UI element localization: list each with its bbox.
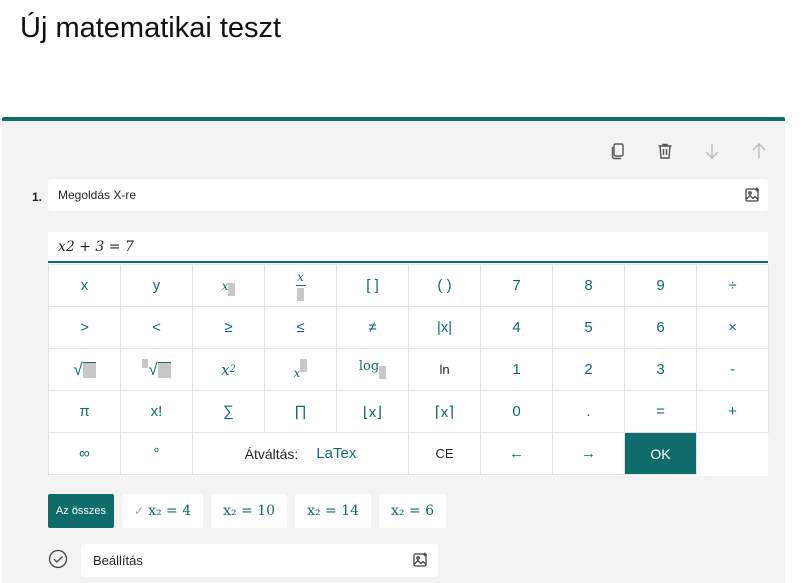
key-not-equal[interactable]: ≠	[337, 307, 409, 349]
key-floor[interactable]: ⌊x⌋	[337, 391, 409, 433]
key-0[interactable]: 0	[481, 391, 553, 433]
key-fraction[interactable]: x	[265, 265, 337, 307]
math-keypad: x y x x [ ] ( ) 7 8 9 ÷ > < ≥ ≤ ≠ |x| 4 …	[48, 264, 769, 476]
insert-image-icon[interactable]	[744, 186, 762, 204]
key-2[interactable]: 2	[553, 349, 625, 391]
key-less[interactable]: <	[121, 307, 193, 349]
key-ceil[interactable]: ⌈x⌉	[409, 391, 481, 433]
key-less-equal[interactable]: ≤	[265, 307, 337, 349]
answer-option[interactable]: ✓ x₂ = 4	[122, 494, 204, 528]
key-9[interactable]: 9	[625, 265, 697, 307]
key-square[interactable]: x2	[193, 349, 265, 391]
check-icon: ✓	[134, 504, 145, 518]
sqrt-symbol: √	[73, 359, 83, 379]
key-6[interactable]: 6	[625, 307, 697, 349]
log-label: log	[358, 359, 380, 374]
key-ln[interactable]: ln	[409, 349, 481, 391]
question-title-text: Megoldás X-re	[58, 188, 137, 202]
key-power[interactable]: x	[265, 349, 337, 391]
arrow-up-icon[interactable]	[747, 139, 771, 163]
key-infinity[interactable]: ∞	[49, 433, 121, 475]
answer-option[interactable]: x₂ = 14	[295, 494, 372, 528]
key-3[interactable]: 3	[625, 349, 697, 391]
answer-text: x₂ = 14	[307, 503, 360, 519]
key-right-arrow[interactable]: →	[553, 433, 625, 475]
key-greater[interactable]: >	[49, 307, 121, 349]
key-divide[interactable]: ÷	[697, 265, 769, 307]
answer-text: x₂ = 10	[223, 503, 276, 519]
key-log[interactable]: log	[337, 349, 409, 391]
subscript-base: x	[221, 278, 229, 293]
key-clear-entry[interactable]: CE	[409, 433, 481, 475]
key-degree[interactable]: °	[121, 433, 193, 475]
question-title-input[interactable]: Megoldás X-re	[48, 179, 768, 211]
key-8[interactable]: 8	[553, 265, 625, 307]
key-factorial[interactable]: x!	[121, 391, 193, 433]
key-plus[interactable]: +	[697, 391, 769, 433]
trash-icon[interactable]	[653, 139, 677, 163]
answer-text: x₂ = 6	[391, 503, 435, 519]
key-equals[interactable]: =	[625, 391, 697, 433]
key-x[interactable]: x	[49, 265, 121, 307]
square-base: x	[221, 360, 230, 379]
all-answers-button[interactable]: Az összes	[48, 494, 114, 528]
nth-root-symbol: √	[148, 359, 158, 379]
key-multiply[interactable]: ×	[697, 307, 769, 349]
key-nth-root[interactable]: √	[121, 349, 193, 391]
answer-option[interactable]: x₂ = 6	[379, 494, 447, 528]
key-1[interactable]: 1	[481, 349, 553, 391]
key-7[interactable]: 7	[481, 265, 553, 307]
key-sqrt[interactable]: √	[49, 349, 121, 391]
question-card: 1. Megoldás X-re x2 + 3 = 7 x y x x [ ] …	[2, 117, 785, 583]
arrow-down-icon[interactable]	[700, 139, 724, 163]
key-parentheses[interactable]: ( )	[409, 265, 481, 307]
key-4[interactable]: 4	[481, 307, 553, 349]
equation-input[interactable]: x2 + 3 = 7	[48, 232, 768, 263]
key-abs[interactable]: |x|	[409, 307, 481, 349]
key-greater-equal[interactable]: ≥	[193, 307, 265, 349]
settings-input[interactable]: Beállítás	[81, 544, 438, 577]
fraction-numerator: x	[297, 269, 304, 284]
square-exponent: 2	[229, 364, 236, 375]
key-subscript[interactable]: x	[193, 265, 265, 307]
copy-icon[interactable]	[606, 139, 630, 163]
key-5[interactable]: 5	[553, 307, 625, 349]
key-minus[interactable]: -	[697, 349, 769, 391]
answer-text: x₂ = 4	[148, 503, 192, 519]
key-sum[interactable]: ∑	[193, 391, 265, 433]
switch-value: LaTex	[316, 445, 357, 462]
question-number: 1.	[32, 190, 43, 204]
latex-switch[interactable]: Átváltás: LaTex	[193, 433, 409, 475]
power-base: x	[293, 365, 301, 380]
ok-button[interactable]: OK	[625, 433, 697, 475]
check-circle-icon[interactable]	[48, 549, 68, 569]
page-title: Új matematikai teszt	[20, 12, 282, 44]
insert-image-icon[interactable]	[412, 551, 430, 569]
settings-text: Beállítás	[93, 553, 143, 568]
key-pi[interactable]: π	[49, 391, 121, 433]
answer-option[interactable]: x₂ = 10	[211, 494, 288, 528]
question-toolbar	[606, 139, 771, 163]
key-y[interactable]: y	[121, 265, 193, 307]
key-brackets[interactable]: [ ]	[337, 265, 409, 307]
switch-label: Átváltás:	[244, 445, 299, 462]
key-product[interactable]: ∏	[265, 391, 337, 433]
equation-text: x2 + 3 = 7	[58, 238, 134, 255]
answer-options: Az összes ✓ x₂ = 4 x₂ = 10 x₂ = 14 x₂ = …	[48, 494, 447, 528]
key-left-arrow[interactable]: ←	[481, 433, 553, 475]
key-decimal[interactable]: .	[553, 391, 625, 433]
